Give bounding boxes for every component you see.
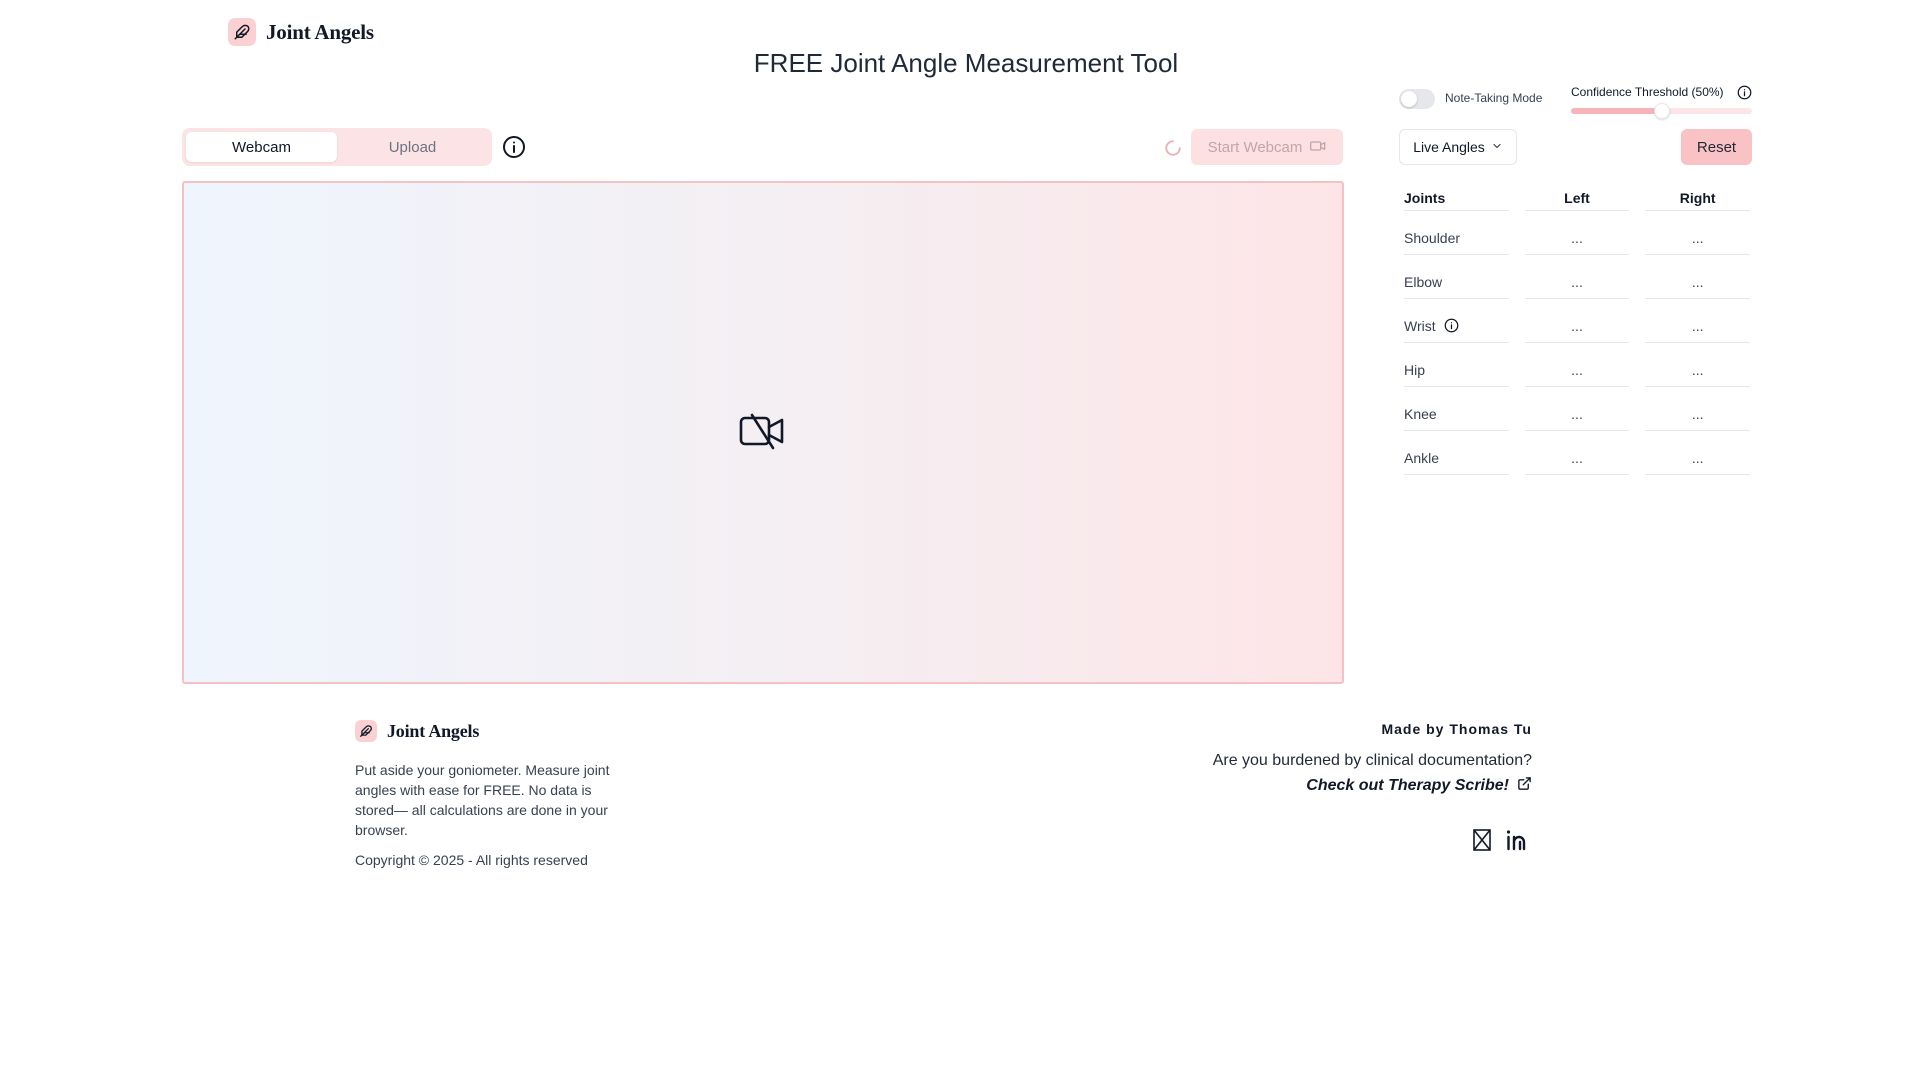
external-link-icon: [1517, 776, 1532, 796]
documentation-prompt: Are you burdened by clinical documentati…: [1212, 752, 1532, 769]
joint-name: Knee: [1404, 387, 1509, 431]
linkedin-icon[interactable]: [1505, 829, 1531, 856]
joint-name: Shoulder: [1404, 211, 1509, 255]
right-angle: ...: [1645, 343, 1751, 387]
joint-name: Wrist: [1404, 317, 1436, 334]
feather-logo-icon: [355, 720, 377, 742]
confidence-threshold-slider[interactable]: [1571, 103, 1752, 119]
brand-logo[interactable]: Joint Angels: [228, 18, 374, 46]
chevron-down-icon: [1491, 139, 1503, 155]
left-angle: ...: [1524, 387, 1630, 431]
joint-name-cell: Wrist: [1404, 299, 1509, 343]
made-by-text: Made by Thomas Tu: [1381, 721, 1532, 737]
right-angle: ...: [1645, 431, 1751, 475]
info-icon[interactable]: [1737, 85, 1752, 100]
column-header-joints: Joints: [1404, 185, 1509, 211]
tab-webcam[interactable]: Webcam: [186, 132, 337, 162]
mode-tabs: Webcam Upload: [182, 128, 492, 166]
footer-brand-name: Joint Angels: [387, 720, 480, 741]
footer-description: Put aside your goniometer. Measure joint…: [355, 762, 610, 838]
page-title: FREE Joint Angle Measurement Tool: [753, 48, 1179, 78]
feather-logo-icon: [228, 18, 256, 46]
tab-upload[interactable]: Upload: [337, 132, 488, 162]
joint-angles-table: Joints Left Right Shoulder ... ... Elbow…: [1404, 185, 1751, 475]
confidence-threshold-label: Confidence Threshold (50%): [1571, 85, 1724, 99]
table-header-row: Joints Left Right: [1404, 185, 1751, 211]
table-row: Elbow ... ...: [1404, 255, 1751, 299]
left-angle: ...: [1524, 343, 1630, 387]
spinner-icon: [1164, 139, 1182, 157]
start-webcam-button[interactable]: Start Webcam: [1191, 129, 1343, 165]
right-angle: ...: [1645, 211, 1751, 255]
therapy-scribe-link-text: Check out Therapy Scribe!: [1306, 777, 1509, 794]
info-icon[interactable]: [1444, 318, 1459, 333]
x-logo-icon[interactable]: [1472, 829, 1492, 856]
right-angle: ...: [1645, 387, 1751, 431]
joint-name: Hip: [1404, 343, 1509, 387]
table-row: Shoulder ... ...: [1404, 211, 1751, 255]
column-header-right: Right: [1645, 185, 1751, 211]
joint-name: Elbow: [1404, 255, 1509, 299]
brand-name: Joint Angels: [266, 19, 374, 44]
view-mode-value: Live Angles: [1413, 139, 1485, 155]
table-row: Hip ... ...: [1404, 343, 1751, 387]
video-display-area: [182, 181, 1344, 684]
start-webcam-label: Start Webcam: [1207, 138, 1303, 156]
joint-name: Ankle: [1404, 431, 1509, 475]
column-header-left: Left: [1524, 185, 1630, 211]
view-mode-select[interactable]: Live Angles: [1399, 129, 1517, 165]
info-icon[interactable]: [502, 135, 526, 159]
left-angle: ...: [1524, 255, 1630, 299]
right-angle: ...: [1645, 299, 1751, 343]
right-angle: ...: [1645, 255, 1751, 299]
note-taking-toggle[interactable]: [1399, 89, 1435, 109]
toggle-knob: [1401, 91, 1417, 107]
slider-fill: [1571, 108, 1662, 114]
table-row: Knee ... ...: [1404, 387, 1751, 431]
footer-copyright: Copyright © 2025 - All rights reserved: [355, 852, 588, 868]
video-camera-icon: [1310, 139, 1326, 156]
reset-button[interactable]: Reset: [1681, 129, 1752, 165]
note-taking-label: Note-Taking Mode: [1445, 91, 1543, 105]
table-row: Ankle ... ...: [1404, 431, 1751, 475]
left-angle: ...: [1524, 211, 1630, 255]
table-row: Wrist ... ...: [1404, 299, 1751, 343]
footer-brand-logo[interactable]: Joint Angels: [355, 720, 479, 742]
slider-thumb[interactable]: [1653, 103, 1670, 119]
video-off-icon: [739, 412, 785, 455]
left-angle: ...: [1524, 431, 1630, 475]
left-angle: ...: [1524, 299, 1630, 343]
therapy-scribe-link[interactable]: Check out Therapy Scribe!: [1306, 776, 1532, 796]
